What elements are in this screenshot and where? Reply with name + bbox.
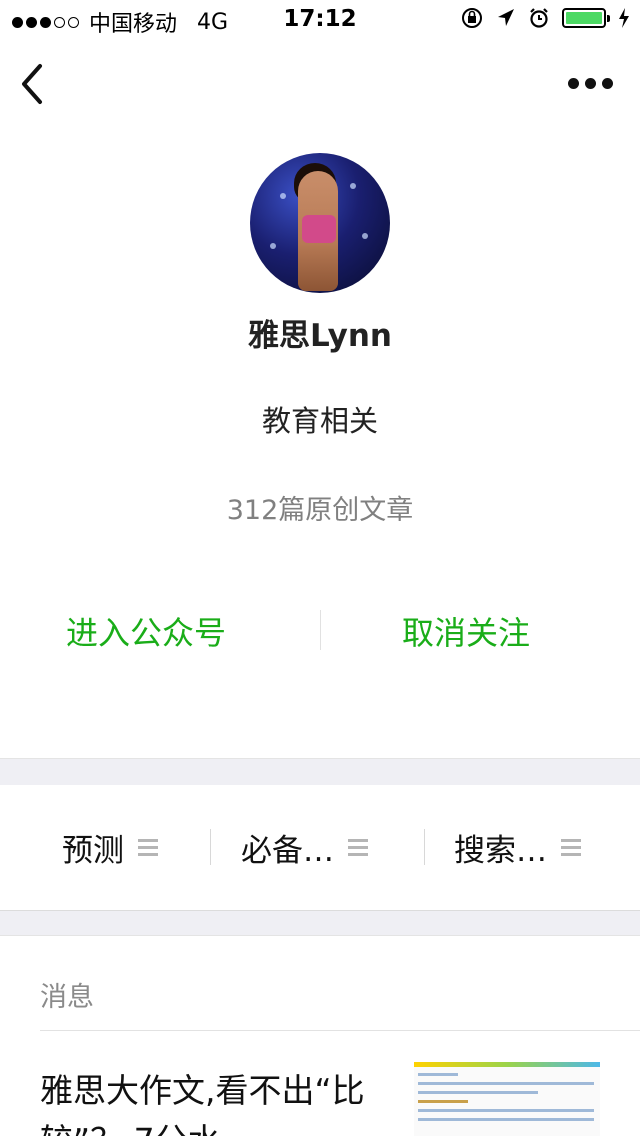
status-right — [460, 6, 630, 30]
menu-list-icon — [561, 838, 581, 856]
battery-icon — [562, 8, 610, 28]
enter-account-button[interactable]: 进入公众号 — [66, 608, 226, 654]
back-button[interactable] — [18, 62, 58, 106]
rotation-lock-icon — [462, 8, 482, 28]
menu-list-icon — [138, 838, 158, 856]
unfollow-button[interactable]: 取消关注 — [402, 608, 530, 654]
status-bar: 中国移动 4G 17:12 — [0, 0, 640, 40]
more-options-button[interactable] — [568, 72, 614, 94]
custom-menu-bar: 预测 必备… 搜索… — [0, 785, 640, 909]
account-avatar — [250, 153, 390, 293]
menu-divider — [424, 829, 425, 865]
section-separator — [0, 758, 640, 786]
more-dots-icon — [568, 77, 579, 89]
menu-item-forecast[interactable]: 预测 — [62, 827, 158, 869]
menu-item-essentials[interactable]: 必备… — [241, 827, 368, 869]
account-name: 雅思Lynn — [248, 318, 392, 354]
public-account-profile-page: 中国移动 4G 17:12 雅思Lynn 教育相关 312篇原创文章 进入公众号… — [0, 0, 640, 1136]
charging-bolt-icon — [619, 8, 629, 28]
alarm-icon — [530, 8, 548, 28]
menu-item-search[interactable]: 搜索… — [454, 827, 581, 869]
chevron-left-icon — [22, 64, 42, 104]
article-thumbnail[interactable] — [414, 1062, 600, 1136]
action-divider — [320, 610, 321, 650]
location-arrow-icon — [498, 9, 514, 26]
article-title[interactable]: 雅思大作文,看不出“比较”？ 7分水 — [40, 1066, 380, 1136]
account-category: 教育相关 — [261, 404, 378, 438]
original-article-count[interactable]: 312篇原创文章 — [0, 488, 640, 527]
menu-item-label: 必备… — [241, 832, 334, 869]
messages-section-title: 消息 — [40, 982, 94, 1013]
menu-list-icon — [348, 838, 368, 856]
menu-item-label: 预测 — [62, 832, 124, 869]
messages-divider — [40, 1030, 640, 1031]
menu-item-label: 搜索… — [454, 832, 547, 869]
section-separator — [0, 910, 640, 936]
menu-divider — [210, 829, 211, 865]
